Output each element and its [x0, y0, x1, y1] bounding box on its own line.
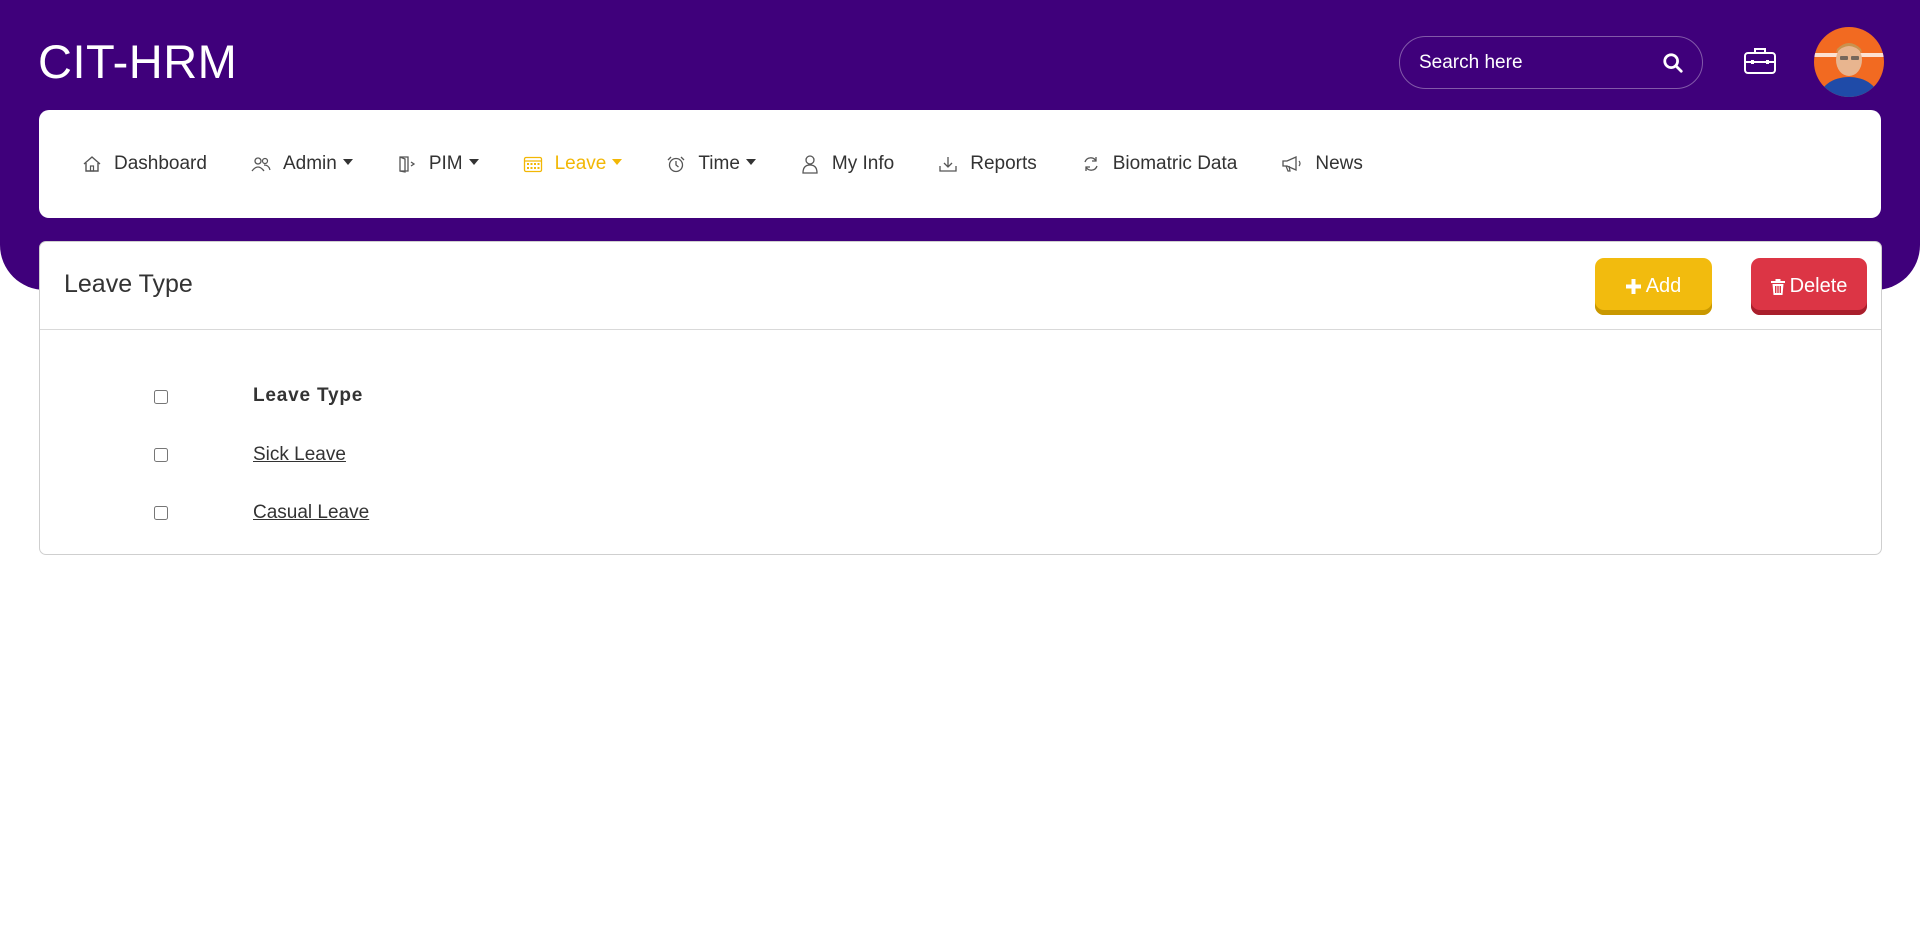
megaphone-icon — [1282, 155, 1301, 172]
select-all-checkbox[interactable] — [154, 390, 168, 404]
nav-label-reports: Reports — [970, 153, 1037, 174]
nav-item-reports[interactable]: Reports — [938, 153, 1037, 175]
search-icon[interactable] — [1662, 52, 1684, 74]
app-brand[interactable]: CIT-HRM — [38, 34, 237, 89]
nav-label-biomatric-data: Biomatric Data — [1112, 153, 1238, 174]
alarm-clock-icon — [667, 156, 685, 173]
nav-item-news[interactable]: News — [1281, 153, 1363, 175]
add-button[interactable]: Add — [1595, 258, 1712, 315]
chevron-down-icon — [342, 159, 353, 165]
nav-label-time: Time — [698, 153, 740, 174]
chevron-down-icon — [745, 159, 756, 165]
column-header-leave-type: Leave Type — [253, 385, 364, 406]
card-header: Leave Type Add Delete — [40, 242, 1881, 330]
delete-button[interactable]: Delete — [1751, 258, 1867, 315]
nav-item-admin[interactable]: Admin — [251, 153, 353, 175]
nav-label-dashboard: Dashboard — [114, 153, 207, 174]
briefcase-icon[interactable] — [1743, 45, 1777, 75]
main-navbar: Dashboard Admin PIM Leave Time My Info R… — [39, 110, 1881, 218]
avatar[interactable] — [1814, 27, 1884, 97]
nav-label-news: News — [1315, 153, 1363, 174]
row-checkbox[interactable] — [154, 506, 168, 520]
nav-label-pim: PIM — [428, 153, 463, 174]
search-box[interactable] — [1399, 36, 1703, 89]
nav-item-pim[interactable]: PIM — [397, 153, 479, 175]
avatar-photo — [1814, 27, 1884, 97]
leave-type-link[interactable]: Casual Leave — [253, 502, 369, 524]
delete-button-label: Delete — [1789, 275, 1848, 297]
nav-label-admin: Admin — [282, 153, 337, 174]
table-header-row: Leave Type — [40, 382, 1881, 412]
plus-icon — [1625, 279, 1641, 294]
users-icon — [251, 157, 271, 172]
nav-label-my-info: My Info — [831, 153, 895, 174]
search-input[interactable] — [1400, 37, 1645, 88]
refresh-icon — [1084, 157, 1098, 171]
nav-item-my-info[interactable]: My Info — [800, 153, 894, 175]
table-row: Sick Leave — [40, 440, 1881, 470]
add-button-label: Add — [1645, 275, 1682, 297]
download-icon — [939, 157, 957, 172]
nav-item-time[interactable]: Time — [666, 153, 756, 175]
trash-icon — [1770, 278, 1785, 295]
chevron-down-icon — [468, 159, 479, 165]
leave-type-card: Leave Type Add Delete Leave Type Sick Le… — [39, 241, 1882, 555]
row-checkbox[interactable] — [154, 448, 168, 462]
user-icon — [802, 155, 818, 174]
chevron-down-icon — [612, 159, 623, 165]
calendar-icon — [523, 156, 542, 173]
page-title: Leave Type — [64, 270, 193, 298]
home-icon — [83, 156, 101, 172]
nav-label-leave: Leave — [554, 153, 607, 174]
door-icon — [399, 156, 415, 173]
nav-item-leave[interactable]: Leave — [523, 153, 623, 175]
leave-type-link[interactable]: Sick Leave — [253, 444, 346, 466]
nav-item-biomatric-data[interactable]: Biomatric Data — [1081, 153, 1238, 175]
nav-item-dashboard[interactable]: Dashboard — [82, 153, 207, 175]
table-row: Casual Leave — [40, 498, 1881, 528]
